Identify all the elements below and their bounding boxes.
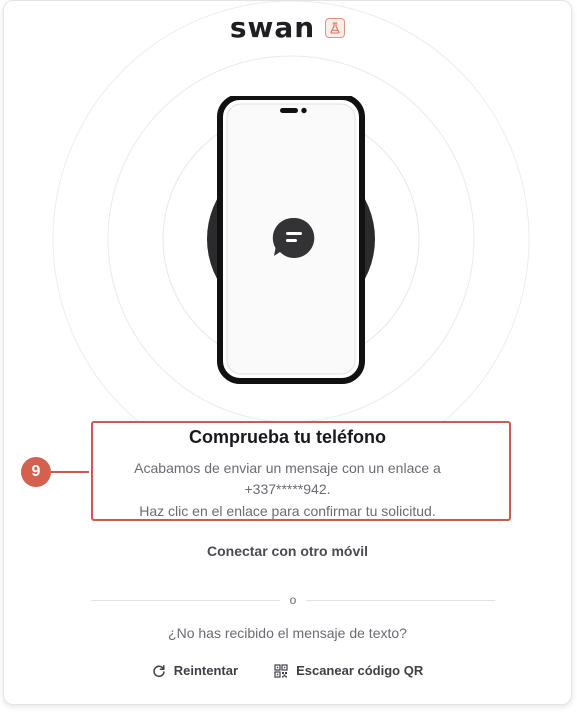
divider-line-left [91,599,280,601]
no-sms-question: ¿No has recibido el mensaje de texto? [168,625,407,641]
verification-card: swan 9 Comprueba tu teléfono Acabamos de [3,0,572,705]
refresh-icon [153,664,165,677]
smartphone-icon [217,96,365,384]
page-title: Comprueba tu teléfono [189,427,386,447]
divider-line-right [306,599,495,601]
retry-button[interactable]: Reintentar [152,663,238,678]
scan-qr-label: Escanear código QR [296,663,424,678]
or-divider: o [91,590,495,610]
scan-qr-button[interactable]: Escanear código QR [274,663,423,678]
instruction-text: Haz clic en el enlace para confirmar tu … [139,503,436,519]
retry-label: Reintentar [173,663,239,678]
chat-bubble-icon [272,217,315,258]
qr-code-icon [274,663,288,678]
masked-phone-number: +337*****942. [244,481,331,497]
fallback-actions: Reintentar Escanear código QR [4,663,571,678]
message-sent-text: Acabamos de enviar un mensaje con un enl… [134,460,441,476]
or-label: o [289,593,297,607]
connect-other-phone-link[interactable]: Conectar con otro móvil [4,543,571,559]
